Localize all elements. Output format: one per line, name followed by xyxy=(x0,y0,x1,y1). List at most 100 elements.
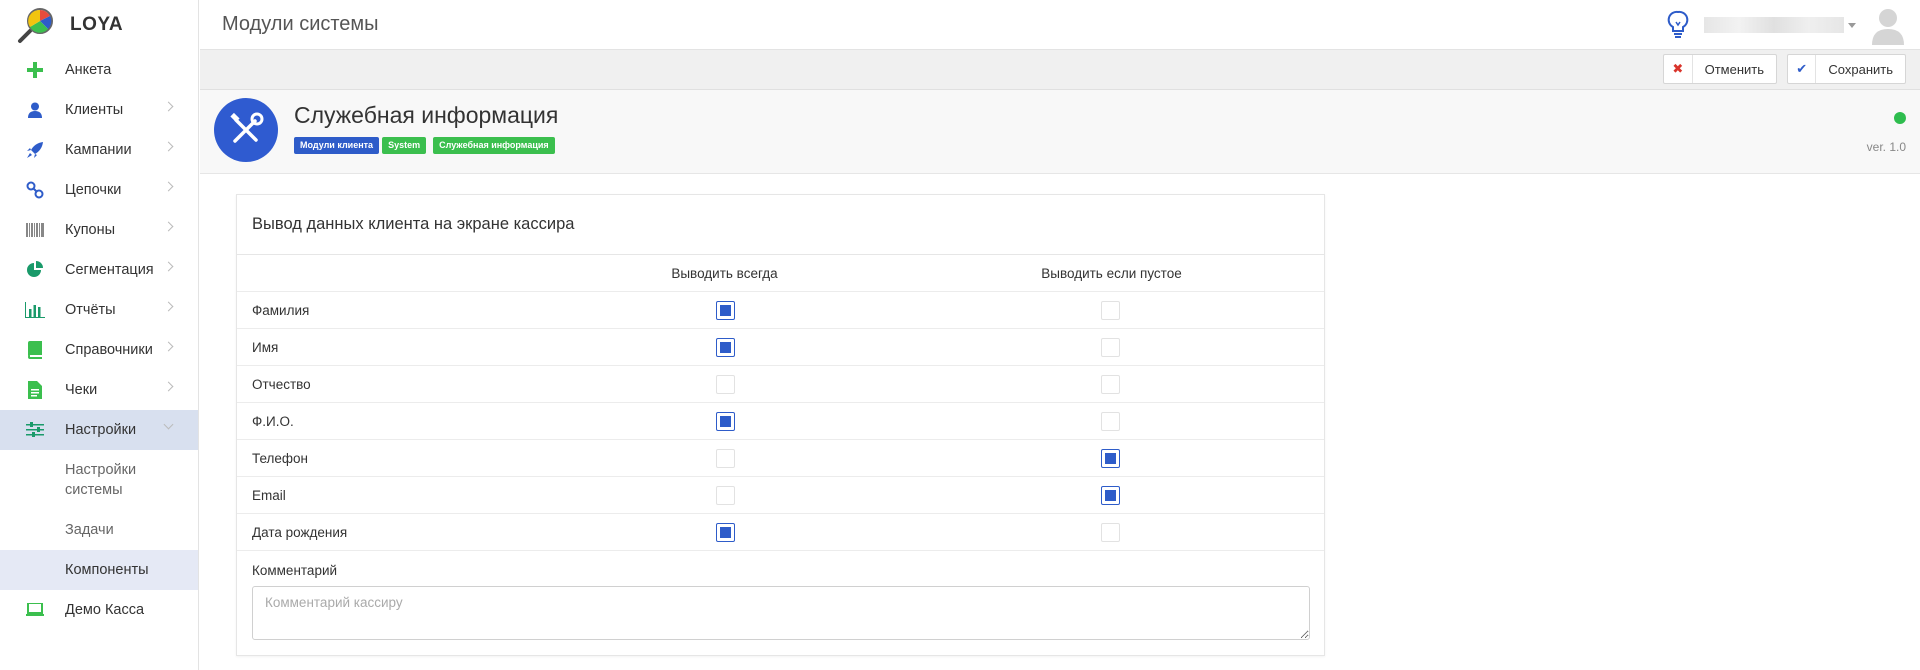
sliders-icon xyxy=(24,419,46,441)
bar-chart-icon xyxy=(24,299,46,321)
sidebar-item-label: Справочники xyxy=(65,342,153,358)
sidebar-item-label: Чеки xyxy=(65,382,98,398)
checkbox-always[interactable] xyxy=(716,337,735,357)
lightbulb-icon[interactable] xyxy=(1666,10,1690,40)
page-title: Модули системы xyxy=(222,13,379,35)
chevron-right-icon xyxy=(163,261,174,272)
sidebar-item-label: Анкета xyxy=(65,62,112,78)
checkbox-always[interactable] xyxy=(716,448,735,468)
table-row: Отчество xyxy=(237,366,1324,403)
table-header: Выводить всегда Выводить если пустое xyxy=(237,255,1324,292)
sidebar-subitem-system-settings[interactable]: Настройки системы xyxy=(0,450,198,510)
save-button-label: Сохранить xyxy=(1828,61,1893,77)
check-icon: ✔ xyxy=(1788,55,1817,83)
tag-badge: System xyxy=(382,137,427,154)
caret-down-icon[interactable] xyxy=(1848,22,1856,28)
module-title: Служебная информация xyxy=(294,102,559,128)
table-row: Ф.И.О. xyxy=(237,403,1324,440)
checkbox-if-empty[interactable] xyxy=(1101,448,1120,468)
sidebar-item-label: Купоны xyxy=(65,222,116,238)
chain-icon xyxy=(24,179,46,201)
rocket-icon xyxy=(24,139,46,161)
header: Модули системы xyxy=(200,0,1920,50)
action-toolbar: ✖ Отменить ✔ Сохранить xyxy=(200,50,1920,90)
chevron-right-icon xyxy=(163,141,174,152)
panel-title: Вывод данных клиента на экране кассира xyxy=(237,195,1324,255)
sidebar-item-settings[interactable]: Настройки xyxy=(0,410,198,450)
chevron-down-icon xyxy=(163,419,174,430)
sidebar-subitem-tasks[interactable]: Задачи xyxy=(0,510,198,550)
table-row: Имя xyxy=(237,329,1324,366)
checkbox-if-empty[interactable] xyxy=(1101,374,1120,394)
checkbox-always[interactable] xyxy=(716,300,735,320)
sidebar-item-label: Цепочки xyxy=(65,182,122,198)
checkbox-always[interactable] xyxy=(716,374,735,394)
row-label: Ф.И.О. xyxy=(252,413,294,429)
sidebar-item-clients[interactable]: Клиенты xyxy=(0,90,198,130)
book-icon xyxy=(24,339,46,361)
app-name: LOYA xyxy=(70,14,124,35)
logo-icon xyxy=(16,5,56,45)
sidebar-item-label: Отчёты xyxy=(65,302,116,318)
table-row: Email xyxy=(237,477,1324,514)
laptop-icon xyxy=(24,599,46,621)
sidebar-subitem-components[interactable]: Компоненты xyxy=(0,550,198,590)
checkbox-if-empty[interactable] xyxy=(1101,300,1120,320)
user-icon xyxy=(24,99,46,121)
checkbox-always[interactable] xyxy=(716,485,735,505)
row-label: Email xyxy=(252,487,286,503)
barcode-icon xyxy=(24,219,46,241)
checkbox-always[interactable] xyxy=(716,522,735,542)
tag-badge: Служебная информация xyxy=(433,137,555,154)
sidebar-item-demo-cash[interactable]: Демо Касса xyxy=(0,590,198,630)
save-button[interactable]: ✔ Сохранить xyxy=(1787,54,1906,84)
row-label: Фамилия xyxy=(252,302,310,318)
close-icon: ✖ xyxy=(1664,55,1693,83)
sidebar-item-anketa[interactable]: Анкета xyxy=(0,50,198,90)
sidebar-item-segmentation[interactable]: Сегментация xyxy=(0,250,198,290)
tag-badge: Модули клиента xyxy=(294,137,380,154)
comment-label: Комментарий xyxy=(252,563,338,578)
tools-icon xyxy=(214,98,278,162)
sidebar-item-campaigns[interactable]: Кампании xyxy=(0,130,198,170)
column-header-always: Выводить всегда xyxy=(671,265,778,281)
user-name[interactable] xyxy=(1704,17,1844,33)
module-header: Служебная информация Модули клиента Syst… xyxy=(200,90,1920,174)
chevron-right-icon xyxy=(163,301,174,312)
chevron-right-icon xyxy=(163,381,174,392)
table-row: Дата рождения xyxy=(237,514,1324,551)
sidebar-item-coupons[interactable]: Купоны xyxy=(0,210,198,250)
checkbox-always[interactable] xyxy=(716,411,735,431)
table-row: Фамилия xyxy=(237,292,1324,329)
sidebar: LOYA Анкета Клиенты Кампании Цепочки Куп… xyxy=(0,0,199,670)
checkbox-if-empty[interactable] xyxy=(1101,522,1120,542)
version-label: ver. 1.0 xyxy=(1866,140,1906,154)
row-label: Дата рождения xyxy=(252,524,348,540)
sidebar-item-label: Сегментация xyxy=(65,262,154,278)
pie-chart-icon xyxy=(24,259,46,281)
avatar[interactable] xyxy=(1870,5,1906,45)
checkbox-if-empty[interactable] xyxy=(1101,337,1120,357)
cancel-button[interactable]: ✖ Отменить xyxy=(1663,54,1777,84)
checkbox-if-empty[interactable] xyxy=(1101,411,1120,431)
cancel-button-label: Отменить xyxy=(1704,61,1764,77)
comment-input[interactable] xyxy=(252,586,1310,640)
status-indicator xyxy=(1894,112,1906,124)
sidebar-item-label: Демо Касса xyxy=(65,602,145,618)
sidebar-item-chains[interactable]: Цепочки xyxy=(0,170,198,210)
sidebar-item-reports[interactable]: Отчёты xyxy=(0,290,198,330)
settings-panel: Вывод данных клиента на экране кассира В… xyxy=(236,194,1325,656)
column-header-if-empty: Выводить если пустое xyxy=(1041,265,1182,281)
sidebar-item-references[interactable]: Справочники xyxy=(0,330,198,370)
row-label: Имя xyxy=(252,339,279,355)
checkbox-if-empty[interactable] xyxy=(1101,485,1120,505)
chevron-right-icon xyxy=(163,221,174,232)
row-label: Отчество xyxy=(252,376,311,392)
chevron-right-icon xyxy=(163,341,174,352)
sidebar-item-receipts[interactable]: Чеки xyxy=(0,370,198,410)
sidebar-item-label: Клиенты xyxy=(65,102,124,118)
table-row: Телефон xyxy=(237,440,1324,477)
logo[interactable]: LOYA xyxy=(0,0,198,50)
receipt-icon xyxy=(24,379,46,401)
plus-icon xyxy=(24,59,46,81)
